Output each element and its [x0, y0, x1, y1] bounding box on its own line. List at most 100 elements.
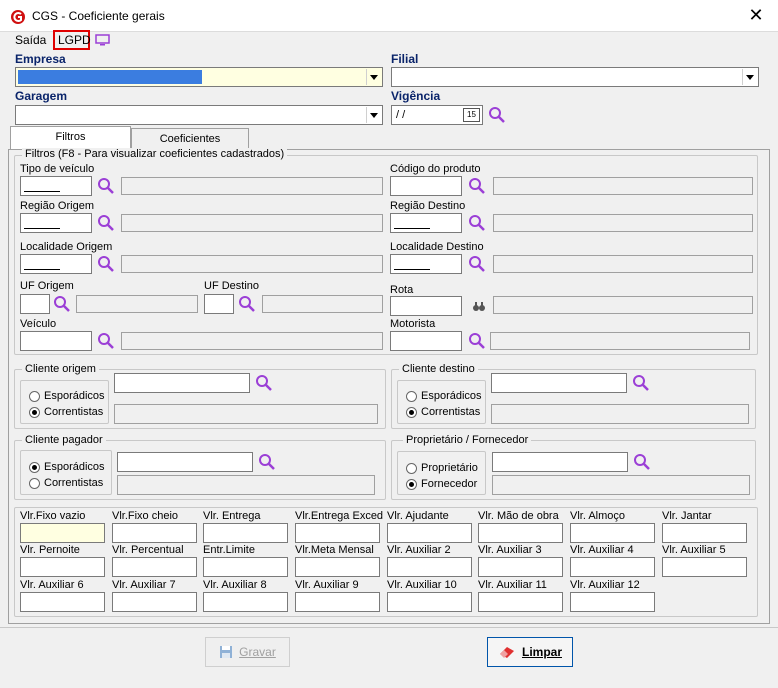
cliente-origem-correntistas[interactable]: Correntistas — [29, 406, 103, 418]
proprietario-option[interactable]: Proprietário — [406, 462, 478, 474]
monitor-icon[interactable] — [95, 34, 110, 46]
coef-input[interactable] — [295, 592, 380, 612]
cliente-destino-description — [491, 404, 749, 424]
motorista-input[interactable] — [390, 331, 462, 351]
limpar-button[interactable]: Limpar — [487, 637, 573, 667]
coef-input[interactable] — [112, 557, 197, 577]
search-icon[interactable] — [97, 255, 115, 273]
coef-input[interactable] — [478, 523, 563, 543]
localidade-destino-label: Localidade Destino — [390, 241, 484, 253]
cliente-destino-input[interactable] — [491, 373, 627, 393]
cliente-pagador-input[interactable] — [117, 452, 253, 472]
cliente-destino-title: Cliente destino — [399, 363, 478, 375]
coef-input[interactable] — [387, 523, 472, 543]
search-icon[interactable] — [468, 214, 486, 232]
coef-label: Vlr. Pernoite — [20, 544, 80, 556]
search-icon[interactable] — [488, 106, 506, 124]
search-icon[interactable] — [53, 295, 71, 313]
search-icon[interactable] — [258, 453, 276, 471]
coef-input[interactable] — [570, 557, 655, 577]
fornecedor-option[interactable]: Fornecedor — [406, 478, 477, 490]
motorista-label: Motorista — [390, 318, 436, 330]
coef-input[interactable] — [20, 592, 105, 612]
coef-input[interactable] — [112, 523, 197, 543]
radio-button[interactable] — [406, 406, 417, 418]
coef-input[interactable] — [662, 523, 747, 543]
radio-button[interactable] — [29, 406, 40, 418]
regiao-origem-description — [121, 214, 383, 232]
tab-filtros[interactable]: Filtros — [10, 126, 131, 150]
coef-input[interactable] — [295, 523, 380, 543]
gravar-button[interactable]: Gravar — [205, 637, 290, 667]
garagem-combo[interactable] — [15, 105, 383, 125]
cliente-origem-input[interactable] — [114, 373, 250, 393]
search-icon[interactable] — [97, 332, 115, 350]
localidade-destino-input[interactable] — [390, 254, 462, 274]
garagem-dropdown-button[interactable] — [366, 107, 381, 123]
coef-input[interactable] — [295, 557, 380, 577]
search-icon[interactable] — [632, 374, 650, 392]
search-icon[interactable] — [633, 453, 651, 471]
empresa-combo[interactable] — [15, 67, 383, 87]
search-icon[interactable] — [468, 332, 486, 350]
radio-button[interactable] — [406, 462, 417, 474]
proprietario-input[interactable] — [492, 452, 628, 472]
radio-button[interactable] — [29, 477, 40, 489]
coef-input[interactable] — [20, 557, 105, 577]
regiao-destino-input[interactable] — [390, 213, 462, 233]
cliente-destino-esporadicos[interactable]: Esporádicos — [406, 390, 482, 402]
coef-input[interactable] — [203, 557, 288, 577]
cliente-origem-esporadicos[interactable]: Esporádicos — [29, 390, 105, 402]
radio-button[interactable] — [29, 461, 40, 473]
localidade-origem-input[interactable] — [20, 254, 92, 274]
coef-input[interactable] — [478, 592, 563, 612]
search-icon[interactable] — [238, 295, 256, 313]
coef-input[interactable] — [570, 523, 655, 543]
radio-button[interactable] — [406, 478, 417, 490]
search-icon[interactable] — [468, 255, 486, 273]
codigo-produto-label: Código do produto — [390, 163, 481, 175]
coef-input[interactable] — [570, 592, 655, 612]
binoculars-icon[interactable] — [472, 299, 486, 313]
vigencia-date-field[interactable]: / / 15 — [391, 105, 483, 125]
coef-input[interactable] — [203, 523, 288, 543]
save-icon — [220, 646, 233, 658]
filial-combo[interactable] — [391, 67, 759, 87]
filial-dropdown-button[interactable] — [742, 69, 757, 85]
coef-input[interactable] — [203, 592, 288, 612]
empresa-dropdown-button[interactable] — [366, 69, 381, 85]
coef-label: Vlr. Mão de obra — [478, 510, 559, 522]
uf-origem-input[interactable] — [20, 294, 50, 314]
search-icon[interactable] — [97, 214, 115, 232]
regiao-origem-label: Região Origem — [20, 200, 94, 212]
codigo-produto-input[interactable] — [390, 176, 462, 196]
cliente-pagador-correntistas[interactable]: Correntistas — [29, 477, 103, 489]
coef-input[interactable] — [478, 557, 563, 577]
menu-lgpd[interactable]: LGPD — [58, 33, 91, 47]
calendar-icon[interactable]: 15 — [463, 108, 480, 122]
veiculo-input[interactable] — [20, 331, 92, 351]
coef-label: Vlr.Fixo cheio — [112, 510, 179, 522]
close-button[interactable]: ✕ — [747, 5, 765, 25]
coef-input[interactable] — [20, 523, 105, 543]
cliente-destino-correntistas[interactable]: Correntistas — [406, 406, 480, 418]
coef-input[interactable] — [387, 557, 472, 577]
search-icon[interactable] — [97, 177, 115, 195]
tipo-veiculo-input[interactable] — [20, 176, 92, 196]
filial-label: Filial — [391, 52, 419, 66]
localidade-origem-label: Localidade Origem — [20, 241, 113, 253]
regiao-origem-input[interactable] — [20, 213, 92, 233]
coef-input[interactable] — [387, 592, 472, 612]
menu-saida[interactable]: Saída — [15, 33, 46, 47]
coef-input[interactable] — [662, 557, 747, 577]
tab-coeficientes[interactable]: Coeficientes — [131, 128, 249, 150]
radio-button[interactable] — [29, 390, 40, 402]
uf-destino-input[interactable] — [204, 294, 234, 314]
search-icon[interactable] — [255, 374, 273, 392]
coef-label: Vlr. Auxiliar 3 — [478, 544, 542, 556]
coef-input[interactable] — [112, 592, 197, 612]
radio-button[interactable] — [406, 390, 417, 402]
search-icon[interactable] — [468, 177, 486, 195]
cliente-pagador-esporadicos[interactable]: Esporádicos — [29, 461, 105, 473]
rota-input[interactable] — [390, 296, 462, 316]
